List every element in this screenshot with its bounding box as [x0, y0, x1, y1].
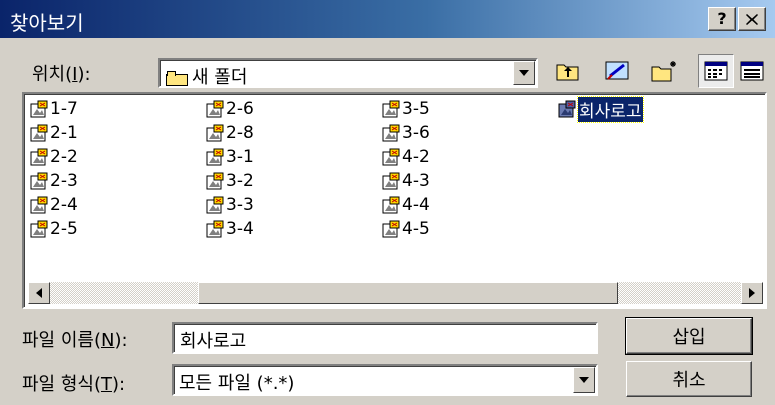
file-item-name: 2-5 — [50, 219, 78, 239]
file-item[interactable]: 4-4 — [382, 194, 430, 216]
image-file-icon — [206, 124, 224, 142]
file-item-name: 3-3 — [226, 195, 254, 215]
file-item[interactable]: 2-3 — [30, 170, 78, 192]
insert-button[interactable]: 삽입 — [625, 317, 753, 355]
file-item-name: 2-4 — [50, 195, 78, 215]
image-file-icon — [382, 196, 400, 214]
file-type-value: 모든 파일 (*.*) — [179, 373, 295, 394]
file-item-name: 4-4 — [402, 195, 430, 215]
file-list[interactable]: 1-7 2-1 2-2 2-3 2-4 2-5 2-6 2-8 3-1 3-2 … — [22, 92, 767, 309]
file-name-label: 파일 이름(N): — [22, 330, 128, 351]
file-item[interactable]: 회사로고 — [558, 95, 644, 123]
file-item-name: 3-6 — [402, 123, 430, 143]
file-type-select[interactable]: 모든 파일 (*.*) — [172, 364, 598, 396]
file-item-name: 3-1 — [226, 147, 254, 167]
location-combo[interactable]: 새 폴더 — [158, 58, 538, 88]
file-item[interactable]: 2-8 — [206, 122, 254, 144]
list-view-icon — [704, 61, 728, 81]
file-item[interactable]: 2-2 — [30, 146, 78, 168]
file-item[interactable]: 3-5 — [382, 98, 430, 120]
file-item-name: 4-2 — [402, 147, 430, 167]
file-item[interactable]: 1-7 — [30, 98, 78, 120]
desktop-icon — [605, 61, 629, 80]
create-new-folder-button[interactable] — [647, 54, 683, 88]
image-file-icon — [30, 100, 48, 118]
location-value: 새 폴더 — [192, 67, 248, 88]
file-name-input[interactable]: 회사로고 — [172, 322, 598, 354]
scroll-right-button[interactable] — [741, 282, 763, 304]
scroll-thumb[interactable] — [198, 282, 618, 304]
image-file-icon — [206, 100, 224, 118]
file-item[interactable]: 3-1 — [206, 146, 254, 168]
file-item[interactable]: 3-3 — [206, 194, 254, 216]
image-file-icon — [30, 196, 48, 214]
file-item[interactable]: 4-2 — [382, 146, 430, 168]
file-item[interactable]: 2-4 — [30, 194, 78, 216]
chevron-down-icon — [519, 70, 529, 76]
up-one-level-button[interactable] — [550, 54, 586, 88]
desktop-button[interactable] — [599, 54, 635, 88]
image-file-icon — [558, 100, 576, 118]
image-file-icon — [30, 148, 48, 166]
file-item[interactable]: 3-2 — [206, 170, 254, 192]
file-item-name: 2-8 — [226, 123, 254, 143]
file-item[interactable]: 4-3 — [382, 170, 430, 192]
image-file-icon — [30, 172, 48, 190]
chevron-down-icon — [579, 377, 589, 383]
file-item-name: 3-2 — [226, 171, 254, 191]
scroll-left-button[interactable] — [28, 282, 50, 304]
image-file-icon — [382, 220, 400, 238]
help-button[interactable]: ? — [708, 7, 736, 31]
title-bar[interactable]: 찾아보기 ? — [0, 0, 775, 38]
file-item[interactable]: 2-1 — [30, 122, 78, 144]
file-item-name: 2-6 — [226, 99, 254, 119]
image-file-icon — [30, 220, 48, 238]
details-view-icon — [740, 61, 764, 81]
file-item-name: 4-5 — [402, 219, 430, 239]
close-icon — [746, 14, 758, 25]
file-item-name: 1-7 — [50, 99, 78, 119]
file-item-name: 3-5 — [402, 99, 430, 119]
image-file-icon — [206, 172, 224, 190]
file-item-name: 3-4 — [226, 219, 254, 239]
location-dropdown-button[interactable] — [513, 61, 535, 85]
file-item-name: 2-3 — [50, 171, 78, 191]
cancel-button[interactable]: 취소 — [626, 361, 752, 397]
image-file-icon — [382, 172, 400, 190]
file-item[interactable]: 4-5 — [382, 218, 430, 240]
image-file-icon — [206, 196, 224, 214]
file-item-name: 회사로고 — [577, 95, 644, 123]
file-item[interactable]: 3-4 — [206, 218, 254, 240]
location-label: 위치(I): — [32, 64, 91, 85]
arrow-right-icon — [749, 288, 755, 298]
image-file-icon — [206, 148, 224, 166]
new-folder-icon — [651, 61, 676, 82]
file-item-name: 2-1 — [50, 123, 78, 143]
folder-icon — [166, 70, 188, 86]
up-folder-icon — [556, 64, 579, 81]
file-item[interactable]: 2-5 — [30, 218, 78, 240]
file-item[interactable]: 2-6 — [206, 98, 254, 120]
arrow-left-icon — [36, 288, 42, 298]
image-file-icon — [382, 124, 400, 142]
window-title: 찾아보기 — [10, 11, 84, 35]
file-item-name: 2-2 — [50, 147, 78, 167]
image-file-icon — [382, 100, 400, 118]
file-item[interactable]: 3-6 — [382, 122, 430, 144]
image-file-icon — [206, 220, 224, 238]
horizontal-scrollbar[interactable] — [28, 282, 763, 304]
close-button[interactable] — [738, 7, 766, 31]
image-file-icon — [30, 124, 48, 142]
image-file-icon — [382, 148, 400, 166]
file-type-dropdown-button[interactable] — [573, 367, 595, 393]
details-view-button[interactable] — [734, 54, 770, 88]
file-item-name: 4-3 — [402, 171, 430, 191]
list-view-button[interactable] — [698, 54, 734, 88]
file-type-label: 파일 형식(T): — [22, 374, 126, 395]
browse-dialog: 찾아보기 ? 위치(I): 새 폴더 1-7 2-1 2-2 2-3 2-4 2… — [0, 0, 775, 405]
